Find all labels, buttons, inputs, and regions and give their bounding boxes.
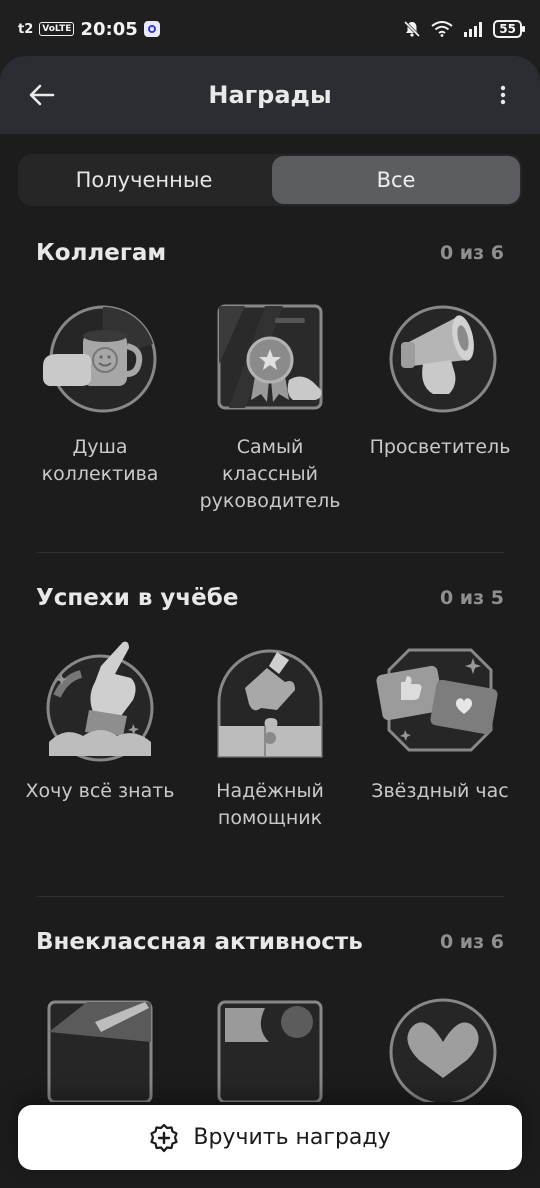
arrow-left-icon [29, 84, 55, 106]
give-award-label: Вручить награду [193, 1125, 391, 1150]
pencil-icon [47, 1000, 153, 1102]
badge-label: Хочу всё знать [25, 780, 175, 802]
section-count: 0 из 5 [439, 587, 504, 609]
badge-enlightener[interactable]: Просветитель [356, 294, 524, 515]
megaphone-icon [389, 305, 497, 413]
badge-extracurricular-1[interactable] [16, 982, 184, 1102]
battery-indicator: 55 [493, 20, 525, 38]
section-extracurricular: Внеклассная активность 0 из 6 [0, 922, 540, 1102]
page-title: Награды [208, 81, 332, 109]
section-divider [36, 896, 504, 897]
status-bar: t2 VoLTE 20:05 55 [0, 0, 540, 58]
badge-extracurricular-3[interactable] [356, 982, 524, 1102]
mug-icon [43, 305, 157, 413]
mute-bell-icon [404, 20, 421, 38]
notification-app-icon [143, 21, 160, 37]
badge-label: Самый классный руководитель [199, 436, 341, 512]
awards-filter-tabs: Полученные Все [18, 154, 522, 206]
more-vertical-icon [500, 85, 506, 105]
badge-want-to-know-all[interactable]: Хочу всё знать [16, 638, 184, 832]
badge-reliable-helper[interactable]: Надёжный помощник [186, 638, 354, 832]
section-count: 0 из 6 [439, 242, 504, 264]
section-study-success: Успехи в учёбе 0 из 5 Хочу всё знать Над… [0, 578, 540, 832]
heart-icon [389, 998, 497, 1102]
section-title: Внеклассная активность [36, 929, 363, 955]
give-award-button[interactable]: Вручить награду [18, 1105, 522, 1170]
section-count: 0 из 6 [439, 931, 504, 953]
wifi-icon [431, 21, 453, 37]
tab-received[interactable]: Полученные [20, 156, 268, 204]
cloud-frame-icon [217, 1000, 323, 1102]
clock: 20:05 [80, 18, 138, 40]
back-button[interactable] [22, 75, 62, 115]
plus-badge-icon [150, 1123, 178, 1152]
badge-label: Надёжный помощник [216, 780, 324, 829]
volte-badge: VoLTE [39, 22, 75, 36]
like-cards-icon [376, 648, 498, 752]
badge-soul-of-team[interactable]: Душа коллектива [16, 294, 184, 515]
section-colleagues: Коллегам 0 из 6 Душа коллектива Самый кл… [0, 233, 540, 515]
top-app-bar: Награды [0, 56, 540, 134]
puzzle-icon [217, 649, 323, 758]
tab-all[interactable]: Все [272, 156, 520, 204]
badge-label: Душа коллектива [41, 436, 159, 485]
pointing-hand-icon [46, 641, 154, 762]
signal-icon [464, 22, 483, 37]
carrier-label: t2 [18, 21, 34, 37]
badge-row-partially-visible [16, 982, 524, 1102]
badge-star-hour[interactable]: Звёздный час [356, 638, 524, 832]
app-screen: t2 VoLTE 20:05 55 Награды Полученные Все… [0, 0, 540, 1188]
more-options-button[interactable] [488, 75, 518, 115]
badge-label: Просветитель [369, 436, 511, 458]
section-title: Успехи в учёбе [36, 585, 239, 611]
section-title: Коллегам [36, 240, 167, 266]
badge-best-class-teacher[interactable]: Самый классный руководитель [186, 294, 354, 515]
badge-label: Звёздный час [371, 780, 509, 802]
section-divider [36, 552, 504, 553]
ribbon-medal-icon [217, 304, 323, 410]
awards-sheet: Награды Полученные Все Коллегам 0 из 6 Д… [0, 56, 540, 1188]
badge-extracurricular-2[interactable] [186, 982, 354, 1102]
